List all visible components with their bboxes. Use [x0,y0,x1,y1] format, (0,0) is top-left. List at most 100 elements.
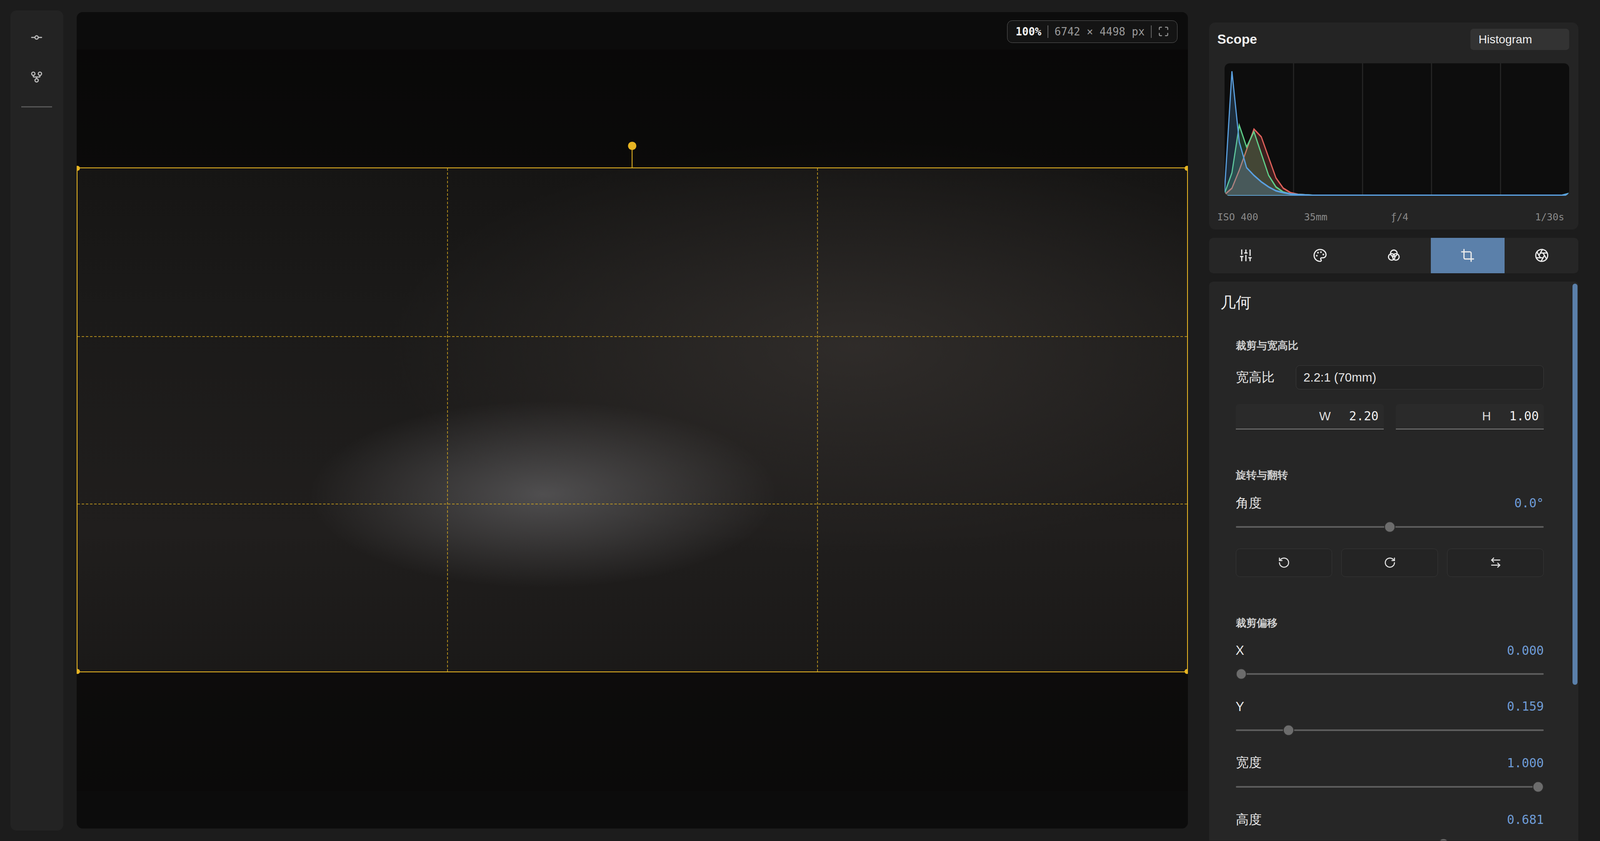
branch-button[interactable] [26,70,48,84]
number-field[interactable]: W2.20 [1235,404,1384,430]
slider-label: 宽度 [1235,754,1262,772]
aperture-icon [1534,248,1549,263]
crop-corner[interactable] [76,669,80,675]
slider-track [1235,786,1545,788]
aspect-ratio-row: 宽高比2.2:1 (70mm) [1235,365,1545,390]
rotate-left-button[interactable] [1235,548,1333,578]
crop-corner[interactable] [1184,165,1188,171]
slider-value[interactable]: 1.000 [1507,756,1544,771]
aspect-ratio-select[interactable]: 2.2:1 (70mm) [1295,365,1544,390]
geometry-panel: 几何裁剪与宽高比宽高比2.2:1 (70mm)W2.20H1.00旋转与翻转角度… [1209,281,1579,841]
rotate-right-icon [1383,556,1396,569]
fullscreen-icon [1157,25,1170,38]
slider-thumb[interactable] [1437,838,1450,841]
slider-value[interactable]: 0.0° [1514,496,1545,511]
slider-thumb[interactable] [1532,781,1544,793]
rail-separator [21,106,53,108]
slider[interactable] [1235,667,1545,682]
crop-frame[interactable] [76,167,1188,673]
grid-line [1430,63,1433,196]
tool-tab[interactable] [1357,237,1431,274]
rotate-left-icon [1277,556,1290,569]
section-title: 旋转与翻转 [1235,469,1545,482]
histogram [1224,63,1570,196]
tool-tab[interactable] [1504,237,1579,274]
field-label: 宽高比 [1235,369,1297,387]
number-field[interactable]: H1.00 [1395,404,1544,430]
slider-value[interactable]: 0.000 [1507,643,1544,658]
grid-line [1500,63,1502,196]
exif-row: ISO 40035mmƒ/41/30s [1217,211,1570,223]
histogram-chart [1224,63,1570,196]
slider-value[interactable]: 0.159 [1507,699,1544,714]
slider-label: Y [1235,699,1245,715]
field-value: 2.20 [1349,409,1379,424]
panel-row: 宽高比2.2:1 (70mm) [1235,365,1545,390]
slider-header: 高度 0.681 [1235,811,1545,829]
badge-divider [1150,25,1152,38]
slider-thumb[interactable] [1235,668,1248,680]
panel-content: 几何裁剪与宽高比宽高比2.2:1 (70mm)W2.20H1.00旋转与翻转角度… [1209,281,1573,841]
slider[interactable] [1235,780,1545,795]
zoom-level[interactable]: 100% [1015,25,1042,38]
image-dimensions: 6742 × 4498 px [1054,25,1145,38]
slider[interactable] [1235,837,1545,841]
scrollbar [1572,283,1578,841]
tool-tab[interactable] [1282,237,1357,274]
slider-value[interactable]: 0.681 [1507,812,1544,828]
crop-corner[interactable] [76,165,80,171]
flip-icon [1489,556,1502,569]
rotate-right-button[interactable] [1341,548,1438,578]
slider-row: 角度0.0° [1235,495,1545,535]
rotate-handle-dot[interactable] [627,141,637,150]
tool-tabs [1209,237,1579,274]
scrollbar-thumb[interactable] [1572,283,1578,685]
panel-row [1235,548,1545,578]
exif-item: ƒ/4 [1390,211,1409,223]
field-value: 1.00 [1509,409,1539,424]
panel-row: 宽度 1.000 [1235,754,1545,795]
histogram-series [1224,125,1570,196]
history-button[interactable] [26,30,48,45]
slider[interactable] [1235,723,1545,738]
slider-row: 高度 0.681 [1235,811,1545,841]
flip-button[interactable] [1447,548,1544,578]
slider-row: 宽度 1.000 [1235,754,1545,795]
panel-section: 旋转与翻转角度0.0° [1220,469,1544,578]
tool-tab[interactable] [1430,237,1505,274]
panel-row: Y 0.159 [1235,698,1545,738]
slider-row: X0.000 [1235,642,1545,682]
fullscreen-button[interactable] [1157,25,1170,38]
grid-line [1362,63,1364,196]
grid-line [817,168,818,672]
grid-line [77,503,1188,505]
scope-mode-select[interactable]: Histogram [1470,28,1570,50]
slider-track [1235,673,1545,675]
panel-section: 裁剪偏移 X0.000 Y 0.159 宽度 1.000 高度 0.681 [1220,617,1544,841]
scope-header: ScopeHistogram [1217,28,1570,50]
size-row: W2.20 H1.00 [1235,404,1545,430]
slider[interactable] [1235,520,1545,535]
exif-item: 1/30s [1535,211,1565,223]
slider-header: Y 0.159 [1235,698,1545,715]
slider-header: 宽度 1.000 [1235,754,1545,772]
grid-line [447,168,448,672]
grid-line [1292,63,1295,196]
tool-tab[interactable] [1209,237,1283,274]
branch-icon [30,70,44,84]
slider-thumb[interactable] [1384,521,1396,533]
palette-icon [1312,248,1328,263]
slider-header: 角度0.0° [1235,495,1545,513]
crop-icon [1460,248,1475,263]
exif-item: 35mm [1304,211,1328,223]
histogram-series [1224,129,1570,196]
zoom-badge: 100% 6742 × 4498 px [1007,20,1178,43]
crop-corner[interactable] [1184,669,1188,675]
canvas: 100% 6742 × 4498 px [76,12,1188,829]
rotate-handle[interactable] [631,145,633,169]
panel-section: 裁剪与宽高比宽高比2.2:1 (70mm)W2.20H1.00 [1220,339,1544,430]
slider-label: 高度 [1235,811,1262,829]
slider-thumb[interactable] [1282,724,1295,736]
section-title: 裁剪偏移 [1235,617,1545,630]
commit-icon [30,30,44,45]
